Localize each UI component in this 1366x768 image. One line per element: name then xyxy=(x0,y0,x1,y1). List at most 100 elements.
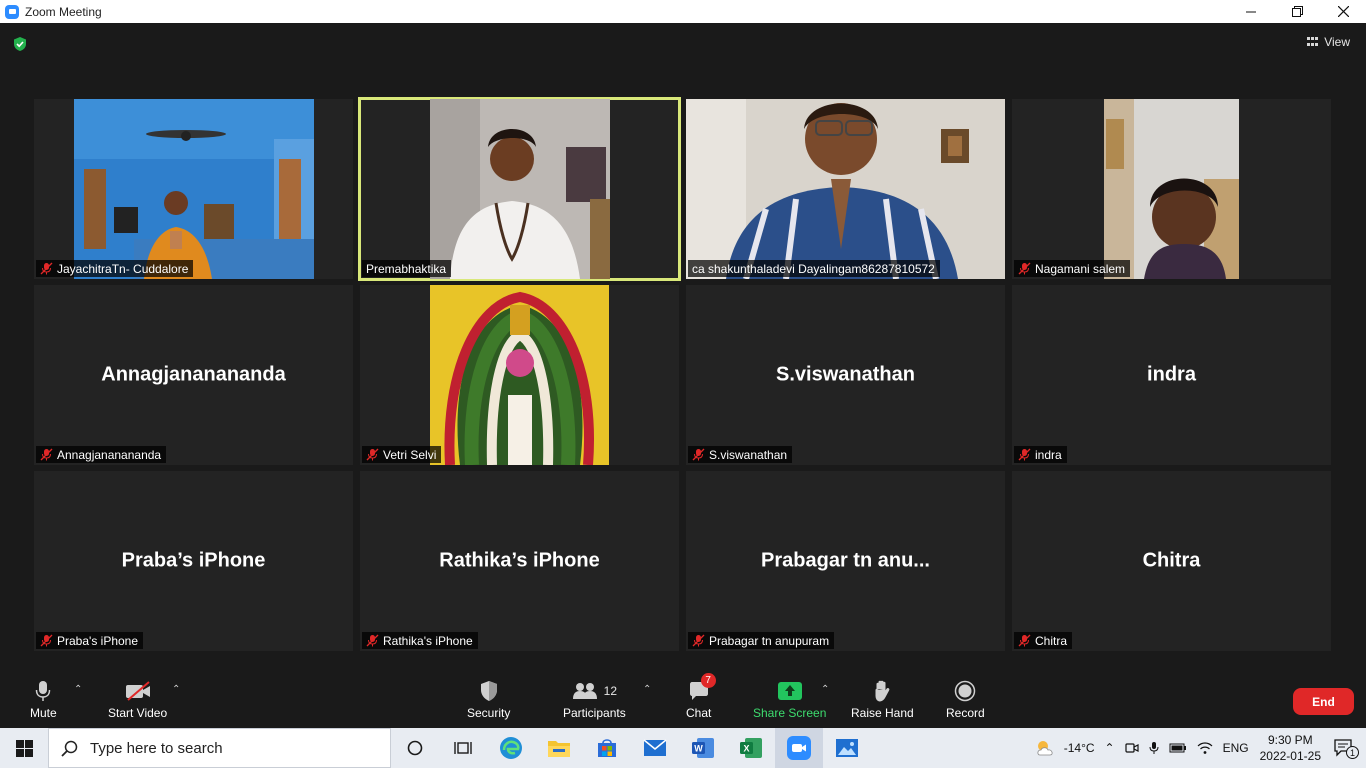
battery-button[interactable] xyxy=(1169,742,1187,754)
participant-name: Prabagar tn anupuram xyxy=(709,633,830,648)
share-screen-button[interactable]: Share Screen xyxy=(753,678,826,720)
microsoft-store-icon xyxy=(598,739,616,757)
meet-now-button[interactable] xyxy=(1124,741,1139,755)
participant-tile[interactable]: indra indra xyxy=(1012,285,1331,465)
system-tray: -14°C ⌃ ENG 9:30 PM 2022-01-25 1 xyxy=(1029,728,1366,768)
participant-name: Annagjananananda xyxy=(57,447,162,462)
participant-name-bar: Nagamani salem xyxy=(1014,260,1131,277)
taskbar-file-explorer[interactable] xyxy=(535,728,583,768)
taskbar-zoom[interactable] xyxy=(775,728,823,768)
participant-display-name: indra xyxy=(1147,363,1196,386)
start-video-button[interactable]: Start Video xyxy=(108,678,167,720)
taskbar-word[interactable]: W xyxy=(679,728,727,768)
taskbar-store[interactable] xyxy=(583,728,631,768)
microphone-icon xyxy=(36,681,51,701)
search-icon xyxy=(61,740,78,757)
weather-widget[interactable]: -14°C xyxy=(1034,738,1095,758)
encryption-shield-icon[interactable] xyxy=(12,36,28,52)
participant-tile[interactable]: Prabagar tn anu... Prabagar tn anupuram xyxy=(686,471,1005,651)
participant-name-bar: S.viswanathan xyxy=(688,446,793,463)
input-language[interactable]: ENG xyxy=(1223,741,1249,755)
meeting-area: View JayachitraTn- Cuddalore Premabhakti… xyxy=(0,23,1366,728)
raise-hand-button[interactable]: Raise Hand xyxy=(851,678,914,720)
participant-name: Rathika's iPhone xyxy=(383,633,473,648)
chat-button[interactable]: 7 Chat xyxy=(686,673,716,720)
view-button[interactable]: View xyxy=(1307,35,1350,49)
participant-name: Nagamani salem xyxy=(1035,261,1126,276)
close-icon xyxy=(1337,6,1349,17)
participant-video xyxy=(686,99,1005,279)
participant-name: S.viswanathan xyxy=(709,447,788,462)
microphone-in-use-button[interactable] xyxy=(1149,741,1159,755)
taskbar-edge[interactable] xyxy=(487,728,535,768)
taskbar-excel[interactable]: X xyxy=(727,728,775,768)
participant-name-bar: Prabagar tn anupuram xyxy=(688,632,835,649)
participant-display-name: S.viswanathan xyxy=(776,363,915,386)
taskbar-photos[interactable] xyxy=(823,728,871,768)
audio-options-caret-icon[interactable]: ⌃ xyxy=(74,684,82,695)
taskbar-mail[interactable] xyxy=(631,728,679,768)
participant-name-bar: Vetri Selvi xyxy=(362,446,442,463)
end-meeting-button[interactable]: End xyxy=(1293,688,1354,715)
taskbar-search-box[interactable]: Type here to search xyxy=(48,728,391,768)
participant-tile[interactable]: Nagamani salem xyxy=(1012,99,1331,279)
participant-tile[interactable]: Vetri Selvi xyxy=(360,285,679,465)
participant-name: JayachitraTn- Cuddalore xyxy=(57,261,189,276)
participant-tile[interactable]: Chitra Chitra xyxy=(1012,471,1331,651)
restore-button[interactable] xyxy=(1274,0,1320,23)
wifi-button[interactable] xyxy=(1197,741,1213,755)
raise-hand-label: Raise Hand xyxy=(851,706,914,720)
share-screen-label: Share Screen xyxy=(753,706,827,720)
participant-tile[interactable]: Rathika’s iPhone Rathika's iPhone xyxy=(360,471,679,651)
raise-hand-icon xyxy=(875,680,890,702)
security-button[interactable]: Security xyxy=(467,678,510,720)
participant-name: indra xyxy=(1035,447,1062,462)
weather-temperature: -14°C xyxy=(1063,741,1095,755)
video-off-icon xyxy=(125,681,150,701)
record-label: Record xyxy=(946,706,985,720)
cortana-button[interactable] xyxy=(391,728,439,768)
window-controls xyxy=(1228,0,1366,23)
participant-video xyxy=(1104,99,1239,279)
participant-tile[interactable]: JayachitraTn- Cuddalore xyxy=(34,99,353,279)
svg-text:W: W xyxy=(694,744,703,754)
mic-muted-icon xyxy=(1018,262,1031,275)
taskbar-clock[interactable]: 9:30 PM 2022-01-25 xyxy=(1260,732,1321,764)
notification-count-badge: 1 xyxy=(1346,746,1359,759)
participant-video xyxy=(430,99,610,279)
mic-muted-icon xyxy=(692,634,705,647)
participant-tile[interactable]: ca shakunthaladevi Dayalingam86287810572 xyxy=(686,99,1005,279)
participant-name-bar: Praba's iPhone xyxy=(36,632,144,649)
record-button[interactable]: Record xyxy=(946,678,985,720)
participant-name-bar: JayachitraTn- Cuddalore xyxy=(36,260,194,277)
task-view-icon xyxy=(454,742,472,754)
file-explorer-icon xyxy=(548,741,570,757)
participant-tile[interactable]: S.viswanathan S.viswanathan xyxy=(686,285,1005,465)
participant-display-name: Annagjananananda xyxy=(101,363,286,386)
participant-tile[interactable]: Annagjananananda Annagjananananda xyxy=(34,285,353,465)
participant-video xyxy=(74,99,314,279)
share-options-caret-icon[interactable]: ⌃ xyxy=(821,684,829,695)
show-hidden-icons-chevron-icon[interactable]: ⌃ xyxy=(1105,741,1115,755)
video-options-caret-icon[interactable]: ⌃ xyxy=(172,684,180,695)
chat-unread-badge: 7 xyxy=(700,673,716,688)
mic-muted-icon xyxy=(40,634,53,647)
mic-muted-icon xyxy=(40,448,53,461)
edge-browser-icon xyxy=(500,737,522,759)
participants-button[interactable]: 12 Participants xyxy=(563,678,626,720)
start-button[interactable] xyxy=(0,728,48,768)
notifications-button[interactable]: 1 xyxy=(1334,739,1359,759)
participant-tile[interactable]: Praba’s iPhone Praba's iPhone xyxy=(34,471,353,651)
mute-button[interactable]: Mute xyxy=(30,678,57,720)
participant-name: Premabhaktika xyxy=(366,261,447,276)
participant-tile[interactable]: Premabhaktika xyxy=(358,97,681,281)
close-button[interactable] xyxy=(1320,0,1366,23)
task-view-button[interactable] xyxy=(439,728,487,768)
participant-name-bar: Premabhaktika xyxy=(362,260,452,277)
participants-options-caret-icon[interactable]: ⌃ xyxy=(643,684,651,695)
mic-muted-icon xyxy=(1018,448,1031,461)
participants-icon xyxy=(572,683,597,699)
clock-date: 2022-01-25 xyxy=(1259,749,1321,763)
mic-muted-icon xyxy=(1018,634,1031,647)
minimize-button[interactable] xyxy=(1228,0,1274,23)
